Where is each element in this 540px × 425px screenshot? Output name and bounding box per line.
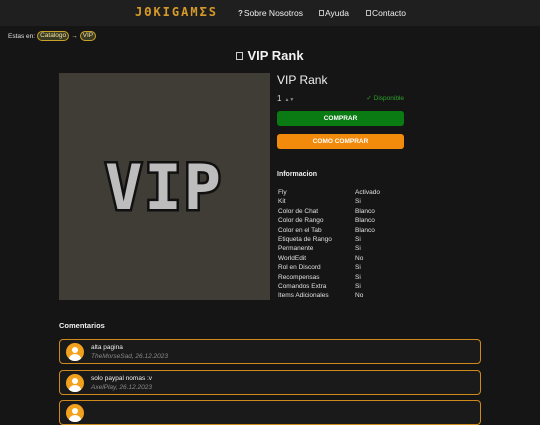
stock-status: ✓ Disponible [366,95,404,102]
breadcrumb-item-catalogo[interactable]: Catalogo [37,31,70,41]
nav-label: Ayuda [325,8,349,18]
feature-row: Color de Chat Blanco [278,207,403,216]
vip-logo-image: VIP [103,149,224,227]
page-title-text: VIP Rank [247,48,304,63]
feature-value: Blanco [355,217,375,225]
nav-label: Contacto [372,8,407,18]
feature-row: Fly Activado [278,188,403,197]
top-navbar: JΘKIGAMΣS ? Sobre Nosotros Ayuda Contact… [0,0,540,26]
avatar [66,404,84,422]
feature-value: Activado [355,189,380,196]
nav-ayuda[interactable]: Ayuda [319,8,349,18]
vip-logo-text: VIP [105,151,223,224]
page-title: VIP Rank [0,48,540,63]
feature-name: Kit [278,198,286,206]
feature-name: Color de Chat [278,207,319,215]
feature-name: Fly [278,189,287,196]
breadcrumb-item-vip[interactable]: VIP [79,31,97,41]
question-icon: ? [238,8,243,18]
feature-value: No [355,292,364,300]
breadcrumb-separator: → [71,32,78,40]
comment-item-partial [59,400,481,425]
nav-label: Sobre Nosotros [243,8,303,18]
feature-row: Rol en Discord Si [278,263,403,272]
rank-icon [236,52,244,60]
site-logo[interactable]: JΘKIGAMΣS [135,5,218,19]
comment-item: alta pagina TheMorseSad, 26.12.2023 [59,339,481,364]
quantity-value: 1 [277,94,282,103]
feature-row: WorldEdit No [278,254,403,263]
feature-name: Permanente [278,245,314,253]
feature-row: Recompensas Si [278,273,403,282]
feature-name: Recompensas [278,273,320,281]
comment-meta: AxelPlay, 26.12.2023 [91,384,152,391]
comment-meta: TheMorseSad, 26.12.2023 [91,353,168,360]
feature-value: Si [355,198,361,206]
comment-text: alta pagina [91,344,123,351]
quantity-stepper[interactable]: 1 ▲▼ [277,94,294,103]
feature-row: Kit Si [278,197,403,206]
help-icon [319,10,324,16]
info-heading: Informacion [277,171,318,178]
nav-sobre-nosotros[interactable]: ? Sobre Nosotros [238,8,303,18]
feature-name: Color de Rango [278,217,324,225]
breadcrumb: Estas en: Catalogo → VIP [8,31,97,41]
feature-name: Comandos Extra [278,282,327,290]
how-to-buy-button[interactable]: COMO COMPRAR [277,134,404,149]
feature-row: Comandos Extra Si [278,282,403,291]
feature-row: Color de Rango Blanco [278,216,403,225]
feature-value: Si [355,264,361,272]
contact-icon [366,10,371,16]
feature-value: No [355,254,364,262]
feature-row: Permanente Si [278,244,403,253]
feature-name: Items Adicionales [278,292,329,300]
breadcrumb-prefix: Estas en: [8,32,36,40]
feature-row: Color en el Tab Blanco [278,226,403,235]
feature-value: Si [355,245,361,253]
spinner-icon[interactable]: ▲▼ [284,97,294,103]
feature-value: Blanco [355,226,375,234]
feature-value: Blanco [355,207,375,215]
comment-text: solo paypal nomas :v [91,375,153,382]
buy-button[interactable]: COMPRAR [277,111,404,126]
feature-name: Color en el Tab [278,226,322,234]
avatar [66,343,84,361]
product-name: VIP Rank [277,73,328,87]
comment-item: solo paypal nomas :v AxelPlay, 26.12.202… [59,370,481,395]
feature-value: Si [355,282,361,290]
feature-name: Etiqueta de Rango [278,235,332,243]
feature-row: Items Adicionales No [278,291,403,300]
comments-heading: Comentarios [59,321,105,330]
feature-row: Etiqueta de Rango Si [278,235,403,244]
feature-value: Si [355,235,361,243]
product-image: VIP [59,73,270,300]
feature-name: Rol en Discord [278,264,321,272]
nav-contacto[interactable]: Contacto [366,8,406,18]
feature-name: WorldEdit [278,254,307,262]
avatar [66,374,84,392]
feature-value: Si [355,273,361,281]
features-table: Fly Activado Kit Si Color de Chat Blanco Co… [278,188,403,301]
